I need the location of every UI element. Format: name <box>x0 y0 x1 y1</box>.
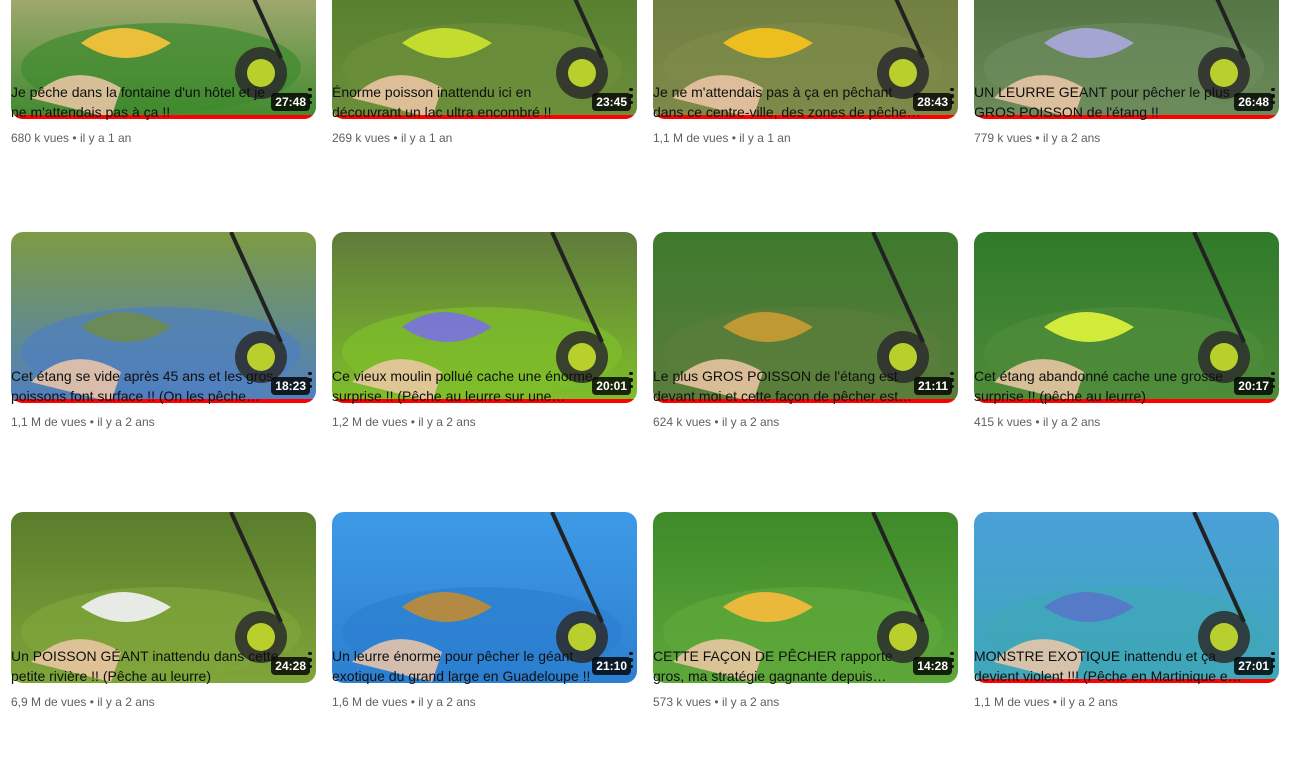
video-metadata: 415 k vues • il y a 2 ans <box>974 413 1100 431</box>
view-count: 1,1 M de vues <box>11 415 87 429</box>
more-options-icon[interactable] <box>1261 368 1285 392</box>
meta-separator: • <box>393 131 401 145</box>
video-title[interactable]: Cet étang se vide après 45 ans et les gr… <box>11 366 281 406</box>
video-metadata: 1,6 M de vues • il y a 2 ans <box>332 693 476 711</box>
video-card[interactable]: 20:17 Cet étang abandonné cache une gros… <box>974 232 1279 462</box>
video-card[interactable]: 23:45 Énorme poisson inattendu ici en dé… <box>332 0 637 178</box>
upload-age: il y a 2 ans <box>1042 131 1101 145</box>
more-options-icon[interactable] <box>940 368 964 392</box>
more-options-icon[interactable] <box>619 648 643 672</box>
view-count: 415 k vues <box>974 415 1033 429</box>
meta-separator: • <box>1035 131 1043 145</box>
more-options-icon[interactable] <box>298 368 322 392</box>
meta-separator: • <box>72 131 80 145</box>
upload-age: il y a 1 an <box>400 131 453 145</box>
video-title[interactable]: Le plus GROS POISSON de l'étang est deva… <box>653 366 923 406</box>
video-card[interactable]: 14:28 CETTE FAÇON DE PÊCHER rapporte gro… <box>653 512 958 742</box>
meta-separator: • <box>714 695 722 709</box>
meta-separator: • <box>714 415 722 429</box>
upload-age: il y a 1 an <box>79 131 132 145</box>
view-count: 1,2 M de vues <box>332 415 408 429</box>
video-card[interactable]: 18:23 Cet étang se vide après 45 ans et … <box>11 232 316 462</box>
upload-age: il y a 2 ans <box>418 695 476 709</box>
video-title[interactable]: Je ne m'attendais pas à ça en pêchant da… <box>653 82 923 122</box>
more-options-icon[interactable] <box>298 84 322 108</box>
upload-age: il y a 2 ans <box>97 415 155 429</box>
view-count: 624 k vues <box>653 415 712 429</box>
video-metadata: 269 k vues • il y a 1 an <box>332 129 452 147</box>
video-metadata: 1,1 M de vues • il y a 1 an <box>653 129 791 147</box>
video-card[interactable]: 21:10 Un leurre énorme pour pêcher le gé… <box>332 512 637 742</box>
video-title[interactable]: MONSTRE EXOTIQUE inattendu et ça devient… <box>974 646 1244 686</box>
video-card[interactable]: 27:01 MONSTRE EXOTIQUE inattendu et ça d… <box>974 512 1279 742</box>
video-metadata: 573 k vues • il y a 2 ans <box>653 693 779 711</box>
upload-age: il y a 2 ans <box>1042 415 1101 429</box>
upload-age: il y a 2 ans <box>1060 695 1118 709</box>
video-metadata: 1,1 M de vues • il y a 2 ans <box>11 413 155 431</box>
video-card[interactable]: 24:28 Un POISSON GÉANT inattendu dans ce… <box>11 512 316 742</box>
meta-separator: • <box>1035 415 1043 429</box>
more-options-icon[interactable] <box>619 368 643 392</box>
upload-age: il y a 2 ans <box>721 695 780 709</box>
video-metadata: 1,2 M de vues • il y a 2 ans <box>332 413 476 431</box>
more-options-icon[interactable] <box>1261 648 1285 672</box>
view-count: 1,6 M de vues <box>332 695 408 709</box>
upload-age: il y a 2 ans <box>418 415 476 429</box>
more-options-icon[interactable] <box>940 648 964 672</box>
video-card[interactable]: 28:43 Je ne m'attendais pas à ça en pêch… <box>653 0 958 178</box>
more-options-icon[interactable] <box>1261 84 1285 108</box>
upload-age: il y a 2 ans <box>721 415 780 429</box>
upload-age: il y a 2 ans <box>97 695 155 709</box>
more-options-icon[interactable] <box>940 84 964 108</box>
more-options-icon[interactable] <box>619 84 643 108</box>
video-card[interactable]: 20:01 Ce vieux moulin pollué cache une é… <box>332 232 637 462</box>
video-title[interactable]: Cet étang abandonné cache une grosse sur… <box>974 366 1244 406</box>
upload-age: il y a 1 an <box>739 131 791 145</box>
video-metadata: 1,1 M de vues • il y a 2 ans <box>974 693 1118 711</box>
video-metadata: 680 k vues • il y a 1 an <box>11 129 131 147</box>
video-metadata: 624 k vues • il y a 2 ans <box>653 413 779 431</box>
more-options-icon[interactable] <box>298 648 322 672</box>
video-metadata: 779 k vues • il y a 2 ans <box>974 129 1100 147</box>
video-card[interactable]: 27:48 Je pêche dans la fontaine d'un hôt… <box>11 0 316 178</box>
view-count: 680 k vues <box>11 131 70 145</box>
view-count: 1,1 M de vues <box>974 695 1050 709</box>
video-title[interactable]: Énorme poisson inattendu ici en découvra… <box>332 82 602 122</box>
video-grid: 27:48 Je pêche dans la fontaine d'un hôt… <box>0 0 1293 774</box>
video-title[interactable]: Un POISSON GÉANT inattendu dans cette pe… <box>11 646 281 686</box>
video-title[interactable]: Ce vieux moulin pollué cache une énorme … <box>332 366 602 406</box>
video-card[interactable]: 26:48 UN LEURRE GEANT pour pêcher le plu… <box>974 0 1279 178</box>
view-count: 6,9 M de vues <box>11 695 87 709</box>
view-count: 573 k vues <box>653 695 712 709</box>
video-title[interactable]: Un leurre énorme pour pêcher le géant ex… <box>332 646 602 686</box>
view-count: 779 k vues <box>974 131 1033 145</box>
video-title[interactable]: CETTE FAÇON DE PÊCHER rapporte gros, ma … <box>653 646 923 686</box>
view-count: 1,1 M de vues <box>653 131 729 145</box>
video-title[interactable]: UN LEURRE GEANT pour pêcher le plus GROS… <box>974 82 1244 122</box>
video-title[interactable]: Je pêche dans la fontaine d'un hôtel et … <box>11 82 281 122</box>
video-metadata: 6,9 M de vues • il y a 2 ans <box>11 693 155 711</box>
view-count: 269 k vues <box>332 131 391 145</box>
video-card[interactable]: 21:11 Le plus GROS POISSON de l'étang es… <box>653 232 958 462</box>
